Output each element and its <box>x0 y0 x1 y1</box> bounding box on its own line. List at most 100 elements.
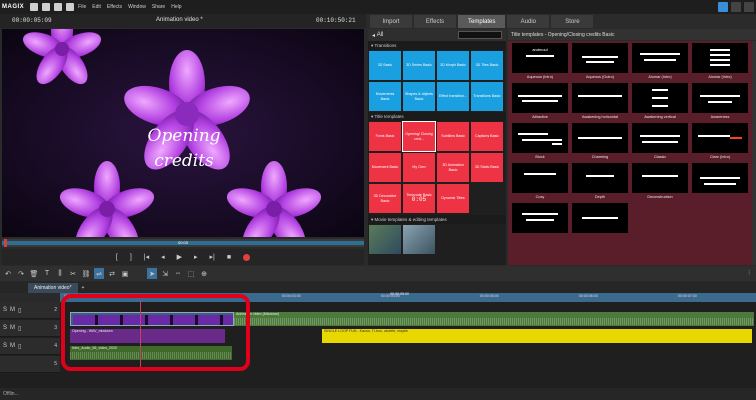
template-item[interactable]: Attractive <box>512 83 568 121</box>
tab-import[interactable]: Import <box>370 15 412 28</box>
mute-button[interactable]: M <box>10 343 15 349</box>
tile-fonts-basic[interactable]: Fonts Basic <box>369 122 401 151</box>
tile-shapes-objects[interactable]: Shapes & objects Basic <box>403 82 435 111</box>
tab-templates[interactable]: Templates <box>458 15 506 28</box>
menu-share[interactable]: Share <box>152 4 165 10</box>
template-item[interactable]: andmoul Aqueous (Intro) <box>512 43 568 81</box>
search-input[interactable] <box>458 31 502 39</box>
template-item[interactable]: Depth <box>572 163 628 201</box>
lock-icon[interactable]: ▯ <box>18 307 21 314</box>
save-icon[interactable] <box>54 3 63 11</box>
preview-scrubber[interactable]: 00:05 <box>2 239 364 247</box>
menu-edit[interactable]: Edit <box>92 4 101 10</box>
new-file-icon[interactable] <box>30 3 39 11</box>
snap-icon[interactable]: ⇌ <box>94 268 104 279</box>
solo-button[interactable]: S <box>3 307 7 313</box>
timeline-tab-active[interactable]: Animation video* <box>28 282 78 293</box>
step-back-icon[interactable]: ◂ <box>161 253 165 261</box>
export-icon[interactable] <box>66 3 75 11</box>
tile-3d-decorative[interactable]: 3D Decorative Basic <box>369 184 401 213</box>
stop-icon[interactable]: ■ <box>227 254 231 261</box>
tab-effects[interactable]: Effects <box>414 15 456 28</box>
tile-movements[interactable]: Movements Basic <box>369 82 401 111</box>
share-icon[interactable] <box>718 2 728 12</box>
tile-3d-static[interactable]: 3D Static Basic <box>471 153 503 182</box>
solo-button[interactable]: S <box>3 343 7 349</box>
filter-dropdown[interactable]: All <box>377 32 384 38</box>
template-item[interactable]: Charming <box>572 123 628 161</box>
link-icon[interactable]: ⛓ <box>81 268 91 279</box>
template-item[interactable]: Awareness <box>692 83 748 121</box>
undo-icon[interactable]: ↶ <box>3 268 13 279</box>
menu-window[interactable]: Window <box>128 4 146 10</box>
ripple-icon[interactable]: ⇄ <box>107 268 117 279</box>
template-item[interactable] <box>512 203 568 241</box>
tile-3d-animation[interactable]: 3D Animation Basic <box>437 153 469 182</box>
mute-button[interactable]: M <box>10 307 15 313</box>
lock-icon[interactable]: ▯ <box>18 343 21 350</box>
next-marker-icon[interactable]: ▸| <box>210 253 215 261</box>
open-folder-icon[interactable] <box>42 3 51 11</box>
tile-movement[interactable]: Movement Basic <box>369 153 401 182</box>
tile-dynamic-titles[interactable]: Dynamic Titles <box>437 184 469 213</box>
template-item[interactable]: Classic <box>632 123 688 161</box>
lock-icon[interactable]: ▯ <box>18 325 21 332</box>
play-icon[interactable]: ▶ <box>177 253 182 261</box>
mixer-icon[interactable]: ⫶ <box>748 270 750 278</box>
tile-3d-morph[interactable]: 3D Morph Basic <box>437 51 469 80</box>
group-icon[interactable]: ▣ <box>120 268 130 279</box>
menu-effects[interactable]: Effects <box>107 4 122 10</box>
tile-captions[interactable]: Captions Basic <box>471 122 503 151</box>
previous-marker-icon[interactable]: |◂ <box>144 253 149 261</box>
record-icon[interactable] <box>243 253 251 261</box>
preview-tool-icon[interactable]: ⬚ <box>186 268 196 279</box>
tile-3d-basic[interactable]: 3D Basic <box>369 51 401 80</box>
template-item[interactable]: Deconstruction <box>632 163 688 201</box>
help-icon[interactable] <box>744 2 754 12</box>
scrub-playhead[interactable] <box>4 239 7 247</box>
template-item[interactable] <box>692 163 748 201</box>
solo-button[interactable]: S <box>3 325 7 331</box>
tile-3d-series[interactable]: 3D Series Basic <box>403 51 435 80</box>
text-icon[interactable]: T <box>42 268 52 279</box>
range-tool-icon[interactable]: ⇲ <box>160 268 170 279</box>
menu-file[interactable]: File <box>78 4 86 10</box>
template-item[interactable]: Aqueous (Outro) <box>572 43 628 81</box>
video-preview[interactable]: Opening credits <box>2 29 364 237</box>
stretch-tool-icon[interactable]: ⇔ <box>173 268 183 279</box>
zoom-tool-icon[interactable]: ⊕ <box>199 268 209 279</box>
step-forward-icon[interactable]: ▸ <box>194 253 198 261</box>
razor-icon[interactable]: ✂ <box>68 268 78 279</box>
tile-effect-transition[interactable]: Effect transition... <box>437 82 469 111</box>
template-item[interactable]: Cozy <box>512 163 568 201</box>
pointer-tool-icon[interactable]: ➤ <box>147 268 157 279</box>
tile-my-own[interactable]: My Own <box>403 153 435 182</box>
tile-transitions-basic[interactable]: Transitions Basic <box>471 82 503 111</box>
mark-in-icon[interactable]: [ <box>116 254 118 261</box>
tile-opening-closing[interactable]: Opening/ Closing cred... <box>402 121 436 152</box>
audio-clip-track2[interactable]: Animation video (Mixdown) <box>234 312 754 326</box>
tile-timecode[interactable]: Timecode Basic 0:05 <box>403 184 435 213</box>
template-item[interactable] <box>572 203 628 241</box>
template-item[interactable]: Awakening horizontal <box>572 83 628 121</box>
add-tab-icon[interactable]: + <box>82 285 85 291</box>
yellow-clip-track3[interactable]: SINGLE LOOP FUN - Kazoo, Ti-boo, ukulele… <box>322 329 752 343</box>
template-item[interactable]: Clear (Intro) <box>692 123 748 161</box>
mark-out-icon[interactable]: ] <box>130 254 132 261</box>
template-item[interactable]: Alomar (Intro) <box>632 43 688 81</box>
tab-audio[interactable]: Audio <box>507 15 550 28</box>
split-icon[interactable]: ⫼ <box>55 268 65 279</box>
timeline-scrollbar[interactable]: Offlin... <box>0 388 756 400</box>
mute-button[interactable]: M <box>10 325 15 331</box>
menu-help[interactable]: Help <box>171 4 181 10</box>
redo-icon[interactable]: ↷ <box>16 268 26 279</box>
template-item[interactable]: Alomar (Intro) <box>692 43 748 81</box>
settings-icon[interactable] <box>731 2 741 12</box>
template-item[interactable]: Block <box>512 123 568 161</box>
tile-movie-template-2[interactable] <box>403 225 435 254</box>
delete-icon[interactable]: 🗑 <box>29 268 39 279</box>
templates-scrollbar[interactable] <box>752 41 756 265</box>
tile-subtitles[interactable]: Subtitles Basic <box>437 122 469 151</box>
template-item[interactable]: Awakening vertical <box>632 83 688 121</box>
tile-movie-template-1[interactable] <box>369 225 401 254</box>
